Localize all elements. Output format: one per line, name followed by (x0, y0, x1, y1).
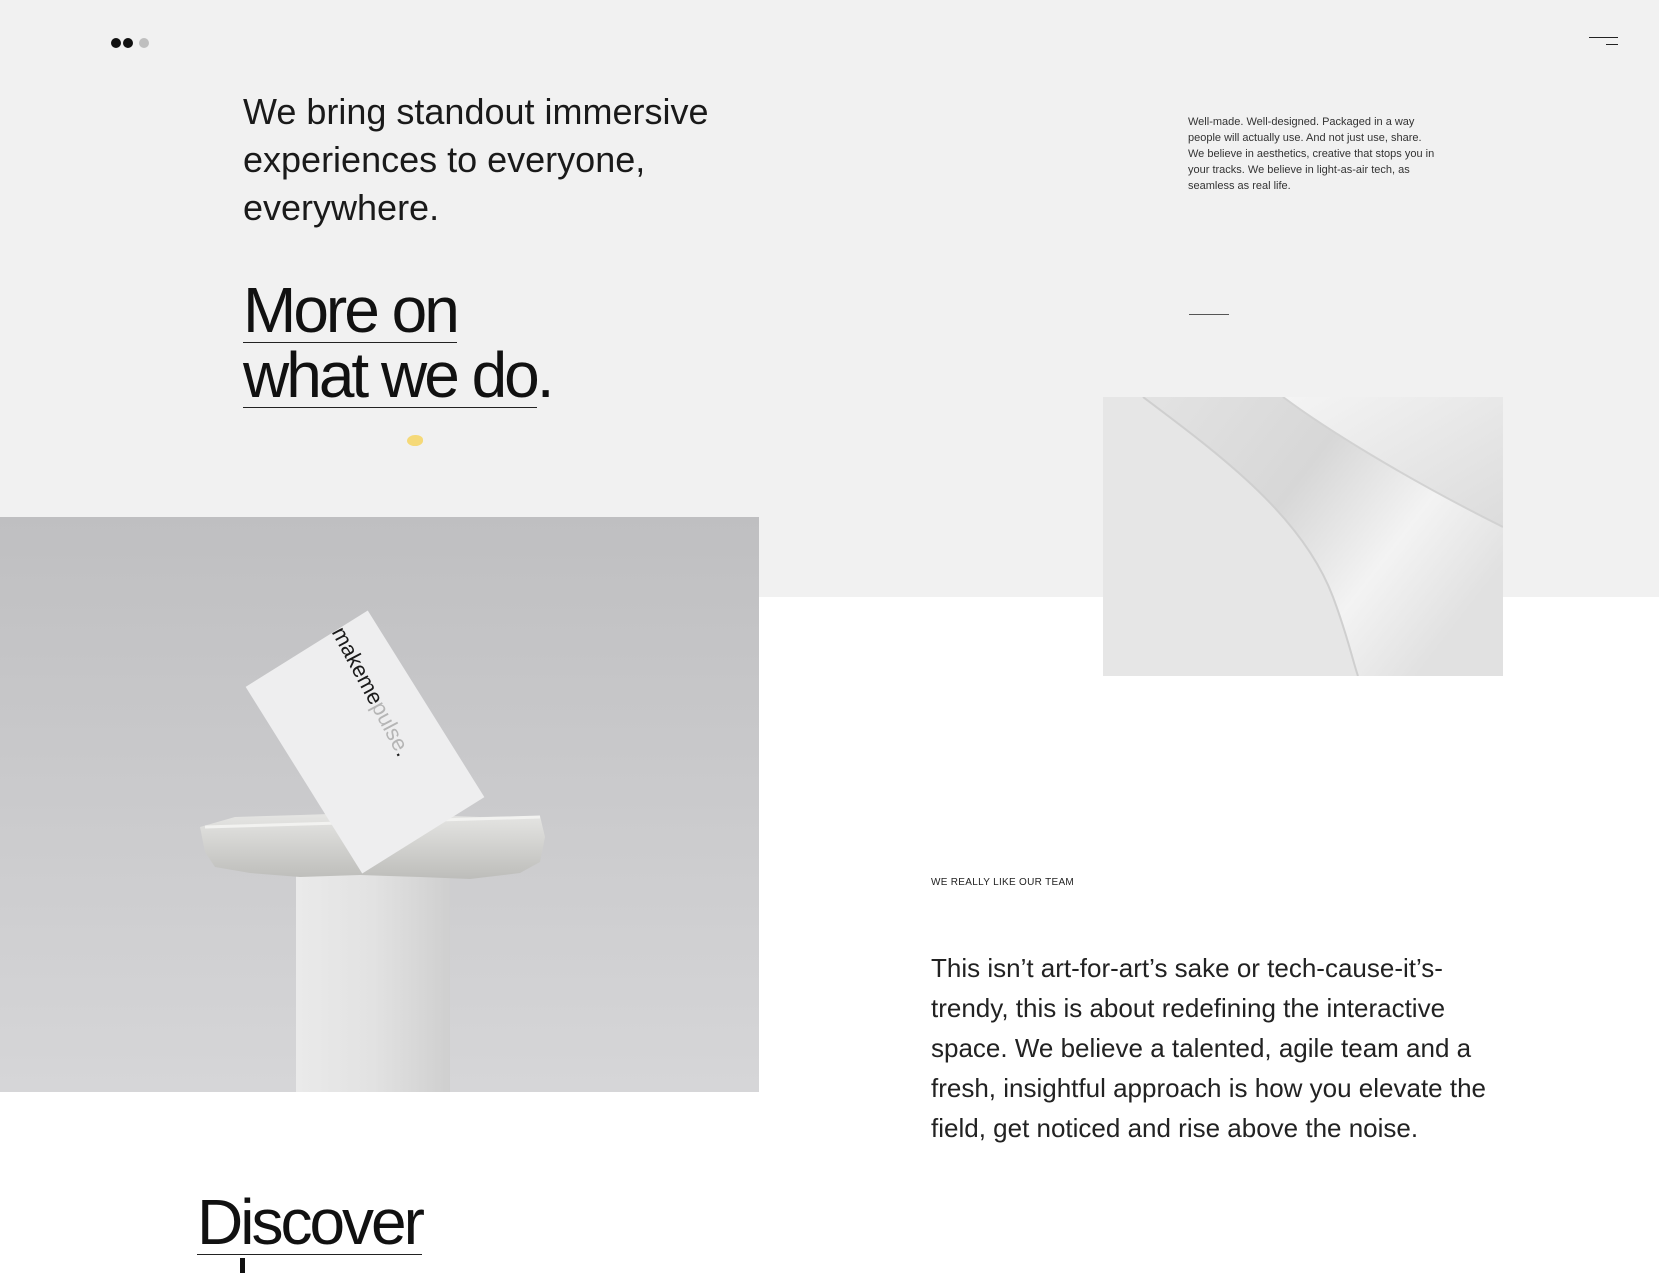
divider (1189, 314, 1229, 315)
logo-dot-icon (139, 38, 149, 48)
more-link-line2: what we do (243, 339, 540, 411)
hero-intro-text: We bring standout immersive experiences … (243, 91, 709, 228)
team-section-copy: This isn’t art-for-art’s sake or tech-ca… (931, 953, 1487, 1143)
more-link-period: . (536, 339, 555, 411)
logo-dot-icon (111, 38, 121, 48)
cursor-blob-icon (407, 435, 423, 446)
fabric-fold-image (1103, 397, 1503, 676)
menu-line-icon (1606, 44, 1618, 45)
site-logo[interactable] (111, 38, 151, 48)
more-on-what-we-do-link[interactable]: More on what we do. (243, 278, 643, 408)
discover-link[interactable]: Discover (197, 1186, 425, 1258)
aside-description: Well-made. Well-designed. Packaged in a … (1188, 116, 1435, 192)
hamburger-menu-button[interactable] (1586, 32, 1620, 54)
business-card-pedestal-image: makemepulse. (0, 517, 759, 1092)
more-link-line1: More on (243, 274, 460, 346)
discover-link-line1: Discover (197, 1186, 425, 1258)
team-section-label: WE REALLY LIKE OUR TEAM (931, 877, 1075, 888)
menu-line-icon (1589, 37, 1618, 38)
discover-next-line-partial (240, 1258, 245, 1273)
logo-dot-icon (123, 38, 133, 48)
